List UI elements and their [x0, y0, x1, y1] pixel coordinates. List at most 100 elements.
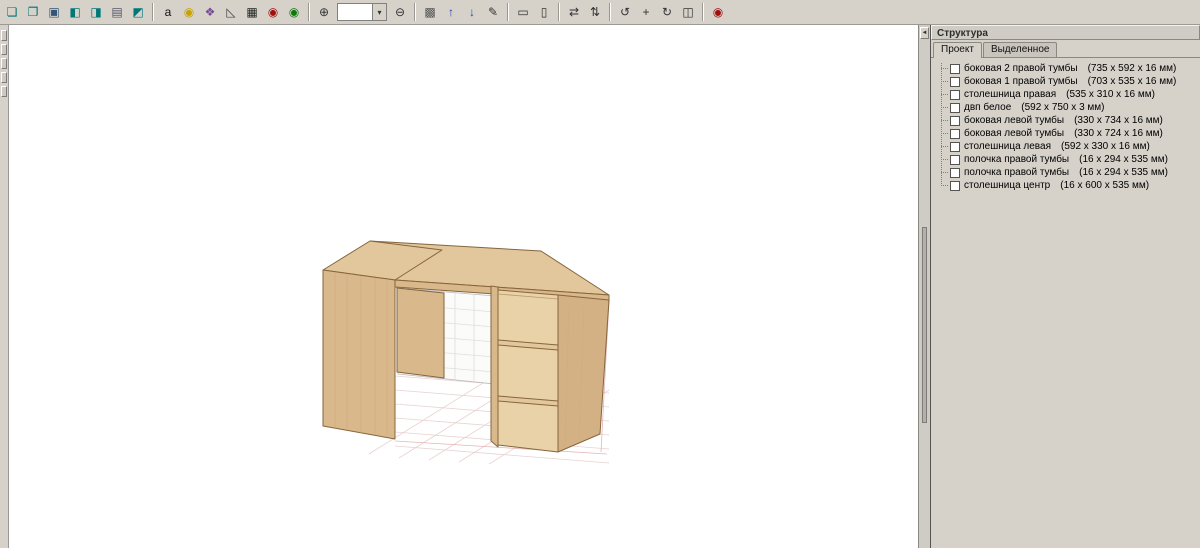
save-model-button[interactable]: ▣ [44, 2, 64, 22]
materials-button[interactable]: ❖ [200, 2, 220, 22]
cube-element-button[interactable]: ◩ [128, 2, 148, 22]
item-checkbox[interactable] [950, 155, 960, 165]
text-labels-button[interactable]: a [158, 2, 178, 22]
distribute-v-icon: ⇅ [590, 6, 600, 18]
distribute-h-icon: ⇄ [569, 6, 579, 18]
structure-item[interactable]: боковая левой тумбы(330 x 724 x 16 мм) [941, 127, 1200, 140]
item-checkbox[interactable] [950, 129, 960, 139]
render-mode-2-button[interactable]: ◉ [284, 2, 304, 22]
item-checkbox[interactable] [950, 77, 960, 87]
mini-tool-button[interactable] [1, 72, 7, 83]
move-vertical-button[interactable]: ↑ [441, 2, 461, 22]
selection-frame-button[interactable]: ▭ [513, 2, 533, 22]
render-mode-1-icon: ◉ [268, 6, 278, 18]
main-toolbar: ❏❐▣◧◨▤◩a◉❖◺▦◉◉⊕▾⊖▩↑↓✎▭▯⇄⇅↺+↻◫◉ [0, 0, 1200, 25]
part-right-cabinet-left-edge[interactable] [491, 286, 498, 447]
zoom-level-combo[interactable]: ▾ [337, 3, 387, 21]
lighting-button[interactable]: ◉ [179, 2, 199, 22]
toolbar-separator [414, 3, 416, 21]
item-checkbox[interactable] [950, 142, 960, 152]
grid-icon: ▦ [246, 6, 257, 18]
item-checkbox[interactable] [950, 64, 960, 74]
panel-splitter[interactable]: ◄ [918, 25, 931, 548]
mini-tool-button[interactable] [1, 58, 7, 69]
item-checkbox[interactable] [950, 116, 960, 126]
splitter-thumb[interactable] [922, 227, 927, 423]
viewport-canvas[interactable] [8, 25, 918, 548]
zoom-out-button[interactable]: ⊖ [390, 2, 410, 22]
item-label: боковая 1 правой тумбы [964, 76, 1078, 87]
structure-item[interactable]: боковая 1 правой тумбы(703 x 535 x 16 мм… [941, 75, 1200, 88]
model-3d-view [9, 28, 918, 548]
zoom-out-icon: ⊖ [395, 6, 405, 18]
new-panel-button[interactable]: ◧ [65, 2, 85, 22]
selection-frame-2-button[interactable]: ▯ [534, 2, 554, 22]
toolbar-separator [558, 3, 560, 21]
move-object-button[interactable]: + [636, 2, 656, 22]
render-stop-button[interactable]: ◉ [708, 2, 728, 22]
tree-connector [941, 107, 948, 108]
item-label: двп белое [964, 102, 1011, 113]
tree-connector [941, 185, 948, 186]
tree-connector [941, 172, 948, 173]
tab-selected[interactable]: Выделенное [983, 42, 1058, 57]
structure-item[interactable]: боковая 2 правой тумбы (735 x 592 x 16 мм… [941, 62, 1200, 75]
rotate-cw-icon: ↻ [662, 6, 672, 18]
item-dims: (735 x 592 x 16 мм) [1088, 63, 1177, 74]
part-right-cabinet-interior[interactable] [498, 290, 558, 452]
item-dims: (592 x 330 x 16 мм) [1061, 141, 1150, 152]
item-dims: (330 x 724 x 16 мм) [1074, 128, 1163, 139]
drop-down-button[interactable]: ↓ [462, 2, 482, 22]
sheet-element-button[interactable]: ▤ [107, 2, 127, 22]
materials-icon: ❖ [205, 6, 216, 18]
mini-tool-button[interactable] [1, 44, 7, 55]
item-label: боковая 2 правой тумбы [964, 63, 1078, 74]
grid-button[interactable]: ▦ [242, 2, 262, 22]
structure-item[interactable]: столешница правая(535 x 310 x 16 мм) [941, 88, 1200, 101]
drop-down-icon: ↓ [469, 6, 475, 18]
box-element-button[interactable]: ◨ [86, 2, 106, 22]
structure-item[interactable]: столешница левая(592 x 330 x 16 мм) [941, 140, 1200, 153]
structure-item[interactable]: двп белое(592 x 750 x 3 мм) [941, 101, 1200, 114]
distribute-h-button[interactable]: ⇄ [564, 2, 584, 22]
item-checkbox[interactable] [950, 181, 960, 191]
zoom-in-icon: ⊕ [319, 6, 329, 18]
structure-item[interactable]: полочка правой тумбы(16 x 294 x 535 мм) [941, 153, 1200, 166]
structure-item[interactable]: полочка правой тумбы(16 x 294 x 535 мм) [941, 166, 1200, 179]
dimensions-button[interactable]: ◺ [221, 2, 241, 22]
zoom-level-input[interactable] [338, 5, 372, 20]
open-model-button[interactable]: ❐ [23, 2, 43, 22]
item-checkbox[interactable] [950, 168, 960, 178]
selection-frame-icon: ▭ [517, 6, 528, 18]
structure-item[interactable]: столешница центр (16 x 600 x 535 мм) [941, 179, 1200, 192]
rotate-cw-button[interactable]: ↻ [657, 2, 677, 22]
structure-item[interactable]: боковая левой тумбы(330 x 734 x 16 мм) [941, 114, 1200, 127]
render-mode-1-button[interactable]: ◉ [263, 2, 283, 22]
collapse-panel-button[interactable]: ◄ [920, 27, 929, 39]
snap-grid-button[interactable]: ▩ [420, 2, 440, 22]
mirror-icon: ◫ [682, 6, 693, 18]
zoom-in-button[interactable]: ⊕ [314, 2, 334, 22]
distribute-v-button[interactable]: ⇅ [585, 2, 605, 22]
item-dims: (16 x 600 x 535 мм) [1060, 180, 1149, 191]
tree-connector [941, 68, 948, 69]
mirror-button[interactable]: ◫ [678, 2, 698, 22]
new-model-button[interactable]: ❏ [2, 2, 22, 22]
dimensions-icon: ◺ [226, 6, 235, 18]
item-checkbox[interactable] [950, 103, 960, 113]
item-label: столешница центр [964, 180, 1050, 191]
panel-tabs: Проект Выделенное [931, 40, 1200, 58]
item-checkbox[interactable] [950, 90, 960, 100]
mini-tool-button[interactable] [1, 86, 7, 97]
new-panel-icon: ◧ [69, 6, 80, 18]
item-dims: (16 x 294 x 535 мм) [1079, 167, 1168, 178]
part-left-cabinet-front[interactable] [323, 270, 395, 439]
edit-button[interactable]: ✎ [483, 2, 503, 22]
tab-project[interactable]: Проект [933, 42, 982, 58]
mini-tool-button[interactable] [1, 30, 7, 41]
toolbar-separator [609, 3, 611, 21]
part-center-side-panel[interactable] [397, 288, 444, 378]
rotate-ccw-button[interactable]: ↺ [615, 2, 635, 22]
structure-panel: Структура Проект Выделенное боковая 2 пр… [931, 25, 1200, 548]
zoom-level-dropdown-icon[interactable]: ▾ [372, 4, 386, 20]
